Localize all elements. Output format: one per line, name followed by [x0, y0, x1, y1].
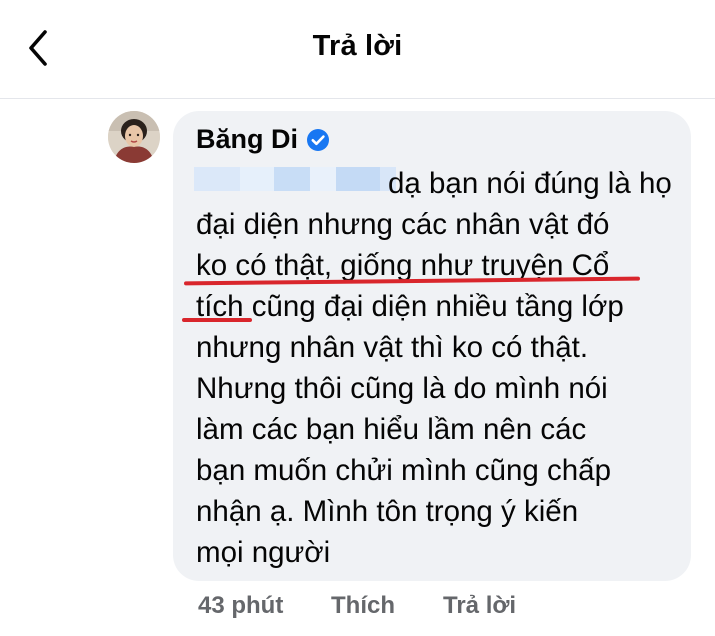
like-button[interactable]: Thích — [331, 592, 395, 620]
comment-line: nhưng nhân vật thì ko có thật. — [196, 331, 589, 364]
comment-line: tích cũng đại diện nhiều tầng lớp — [196, 290, 624, 323]
red-underline-mark — [182, 318, 252, 322]
comment-line: đại diện nhưng các nhân vật đó — [196, 208, 610, 241]
timestamp: 43 phút — [198, 592, 284, 619]
reply-button[interactable]: Trả lời — [443, 592, 516, 620]
comment-line: nhận ạ. Mình tôn trọng ý kiến — [196, 495, 579, 528]
comment-author[interactable]: Băng Di — [196, 124, 330, 155]
verified-badge-icon — [307, 128, 330, 151]
app-header: Trả lời — [0, 0, 715, 99]
comment-line: mọi người — [196, 536, 331, 569]
comment-line: dạ bạn nói đúng là họ — [388, 167, 672, 200]
comment-line: bạn muốn chửi mình cũng chấp — [196, 454, 611, 487]
author-name[interactable]: Băng Di — [196, 124, 298, 155]
comment-text: dạ bạn nói đúng là họ đại diện nhưng các … — [196, 163, 682, 573]
comment-line: Nhưng thôi cũng là do mình nói — [196, 372, 608, 405]
page-title: Trả lời — [312, 30, 403, 62]
avatar[interactable] — [108, 111, 160, 163]
comment-line: làm các bạn hiểu lầm nên các — [196, 413, 587, 446]
